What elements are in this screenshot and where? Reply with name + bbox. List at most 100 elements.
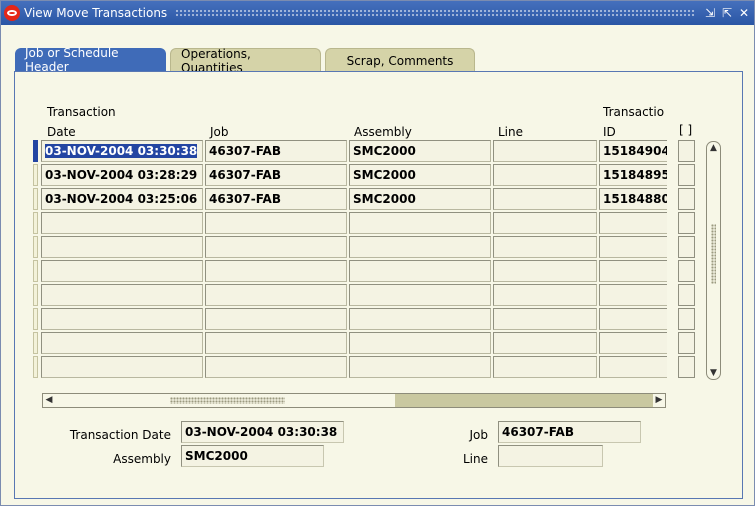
cell-transaction-id[interactable] <box>599 332 667 354</box>
cell-line[interactable] <box>493 164 597 186</box>
row-indicator[interactable] <box>33 212 38 234</box>
row-indicator[interactable] <box>33 284 38 306</box>
row-indicator[interactable] <box>33 188 38 210</box>
cell-assembly[interactable] <box>349 356 491 378</box>
cell-transaction-id[interactable]: 15184880 <box>599 188 667 210</box>
cell-job[interactable] <box>205 356 347 378</box>
cell-line[interactable] <box>493 212 597 234</box>
cell-job[interactable] <box>205 212 347 234</box>
cell-transaction-date[interactable] <box>41 284 203 306</box>
cell-line[interactable] <box>493 284 597 306</box>
flex-field-cell[interactable] <box>678 164 695 186</box>
table-row[interactable]: 03-NOV-2004 03:30:38 46307-FAB SMC2000 1… <box>33 140 667 162</box>
cell-line[interactable] <box>493 236 597 258</box>
cell-job[interactable] <box>205 284 347 306</box>
row-indicator[interactable] <box>33 236 38 258</box>
table-row[interactable] <box>33 260 667 282</box>
cell-assembly[interactable] <box>349 212 491 234</box>
table-row[interactable] <box>33 308 667 330</box>
title-bar[interactable]: View Move Transactions ⇲ ⇱ ✕ <box>1 1 754 25</box>
flex-field-cell[interactable] <box>678 212 695 234</box>
cell-assembly[interactable] <box>349 308 491 330</box>
tab-scrap-comments[interactable]: Scrap, Comments <box>325 48 475 72</box>
flex-field-cell[interactable] <box>678 260 695 282</box>
row-indicator[interactable] <box>33 164 38 186</box>
cell-transaction-date[interactable]: 03-NOV-2004 03:30:38 <box>41 140 203 162</box>
scroll-up-icon[interactable]: ▲ <box>707 143 720 153</box>
cell-assembly[interactable] <box>349 236 491 258</box>
flex-field-cell[interactable] <box>678 308 695 330</box>
cell-job[interactable] <box>205 332 347 354</box>
flex-field-cell[interactable] <box>678 140 695 162</box>
assembly-field[interactable]: SMC2000 <box>181 445 324 467</box>
horizontal-scrollbar[interactable]: ◀ ▶ <box>42 393 666 408</box>
row-indicator[interactable] <box>33 356 38 378</box>
flex-field-cell[interactable] <box>678 332 695 354</box>
table-row[interactable] <box>33 212 667 234</box>
table-row[interactable]: 03-NOV-2004 03:25:06 46307-FAB SMC2000 1… <box>33 188 667 210</box>
maximize-icon[interactable]: ⇱ <box>720 5 734 21</box>
flex-field-cell[interactable] <box>678 236 695 258</box>
cell-transaction-id[interactable]: 15184895 <box>599 164 667 186</box>
tab-job-or-schedule-header[interactable]: Job or Schedule Header <box>15 46 166 74</box>
vertical-scroll-thumb[interactable] <box>711 224 716 284</box>
row-indicator[interactable] <box>33 308 38 330</box>
cell-transaction-date[interactable] <box>41 356 203 378</box>
scroll-down-icon[interactable]: ▼ <box>707 368 720 378</box>
cell-transaction-id[interactable]: 15184904 <box>599 140 667 162</box>
vertical-scrollbar[interactable]: ▲ ▼ <box>706 141 721 380</box>
flex-field-cell[interactable] <box>678 188 695 210</box>
cell-job[interactable]: 46307-FAB <box>205 140 347 162</box>
cell-transaction-date[interactable] <box>41 332 203 354</box>
cell-transaction-id[interactable] <box>599 236 667 258</box>
cell-transaction-id[interactable] <box>599 284 667 306</box>
cell-line[interactable] <box>493 188 597 210</box>
transaction-date-field[interactable]: 03-NOV-2004 03:30:38 <box>181 421 344 443</box>
cell-assembly[interactable] <box>349 284 491 306</box>
cell-job[interactable]: 46307-FAB <box>205 164 347 186</box>
scroll-left-icon[interactable]: ◀ <box>43 394 55 407</box>
cell-transaction-date[interactable]: 03-NOV-2004 03:28:29 <box>41 164 203 186</box>
cell-assembly[interactable]: SMC2000 <box>349 188 491 210</box>
cell-transaction-date[interactable] <box>41 308 203 330</box>
row-indicator[interactable] <box>33 332 38 354</box>
cell-line[interactable] <box>493 140 597 162</box>
cell-transaction-date[interactable] <box>41 236 203 258</box>
horizontal-scroll-thumb[interactable] <box>55 394 395 407</box>
cell-assembly[interactable] <box>349 260 491 282</box>
cell-job[interactable]: 46307-FAB <box>205 188 347 210</box>
minimize-icon[interactable]: ⇲ <box>703 5 717 21</box>
cell-transaction-id[interactable] <box>599 260 667 282</box>
close-icon[interactable]: ✕ <box>737 5 751 21</box>
cell-assembly[interactable]: SMC2000 <box>349 140 491 162</box>
cell-transaction-date[interactable] <box>41 260 203 282</box>
flex-field-cell[interactable] <box>678 284 695 306</box>
column-header-flex[interactable]: [ ] <box>679 123 692 137</box>
cell-job[interactable] <box>205 260 347 282</box>
line-field[interactable] <box>498 445 603 467</box>
cell-line[interactable] <box>493 308 597 330</box>
cell-line[interactable] <box>493 332 597 354</box>
cell-line[interactable] <box>493 260 597 282</box>
cell-job[interactable] <box>205 308 347 330</box>
job-field[interactable]: 46307-FAB <box>498 421 641 443</box>
cell-assembly[interactable]: SMC2000 <box>349 164 491 186</box>
cell-assembly[interactable] <box>349 332 491 354</box>
cell-transaction-id[interactable] <box>599 212 667 234</box>
cell-transaction-id[interactable] <box>599 308 667 330</box>
cell-transaction-date[interactable] <box>41 212 203 234</box>
row-indicator[interactable] <box>33 140 38 162</box>
table-row[interactable] <box>33 332 667 354</box>
horizontal-scroll-track[interactable] <box>395 394 653 407</box>
table-row[interactable] <box>33 356 667 378</box>
cell-transaction-id[interactable] <box>599 356 667 378</box>
table-row[interactable] <box>33 236 667 258</box>
table-row[interactable]: 03-NOV-2004 03:28:29 46307-FAB SMC2000 1… <box>33 164 667 186</box>
cell-transaction-date[interactable]: 03-NOV-2004 03:25:06 <box>41 188 203 210</box>
cell-line[interactable] <box>493 356 597 378</box>
cell-job[interactable] <box>205 236 347 258</box>
scroll-right-icon[interactable]: ▶ <box>653 394 665 407</box>
flex-field-cell[interactable] <box>678 356 695 378</box>
tab-operations-quantities[interactable]: Operations, Quantities <box>170 47 321 75</box>
row-indicator[interactable] <box>33 260 38 282</box>
